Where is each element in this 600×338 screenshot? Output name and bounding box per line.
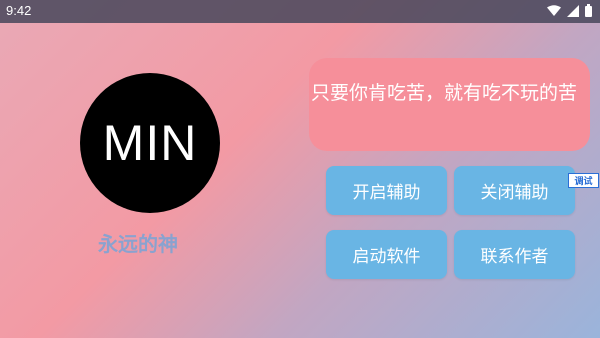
- launch-app-button[interactable]: 启动软件: [326, 230, 447, 279]
- wifi-icon: [547, 4, 561, 17]
- profile-subtitle: 永远的神: [98, 232, 178, 256]
- avatar: MIN: [80, 73, 220, 213]
- enable-assist-button[interactable]: 开启辅助: [326, 166, 447, 215]
- battery-icon: [585, 4, 592, 17]
- signal-icon: [567, 4, 579, 17]
- status-bar: 9:42: [0, 0, 600, 23]
- disable-assist-button[interactable]: 关闭辅助: [454, 166, 575, 215]
- quote-box: 只要你肯吃苦，就有吃不玩的苦: [309, 58, 590, 151]
- status-time: 9:42: [6, 3, 32, 18]
- avatar-text: MIN: [102, 115, 198, 171]
- status-icons: [547, 4, 592, 17]
- quote-text: 只要你肯吃苦，就有吃不玩的苦: [311, 82, 578, 104]
- debug-tag[interactable]: 调试: [568, 173, 599, 188]
- contact-author-button[interactable]: 联系作者: [454, 230, 575, 279]
